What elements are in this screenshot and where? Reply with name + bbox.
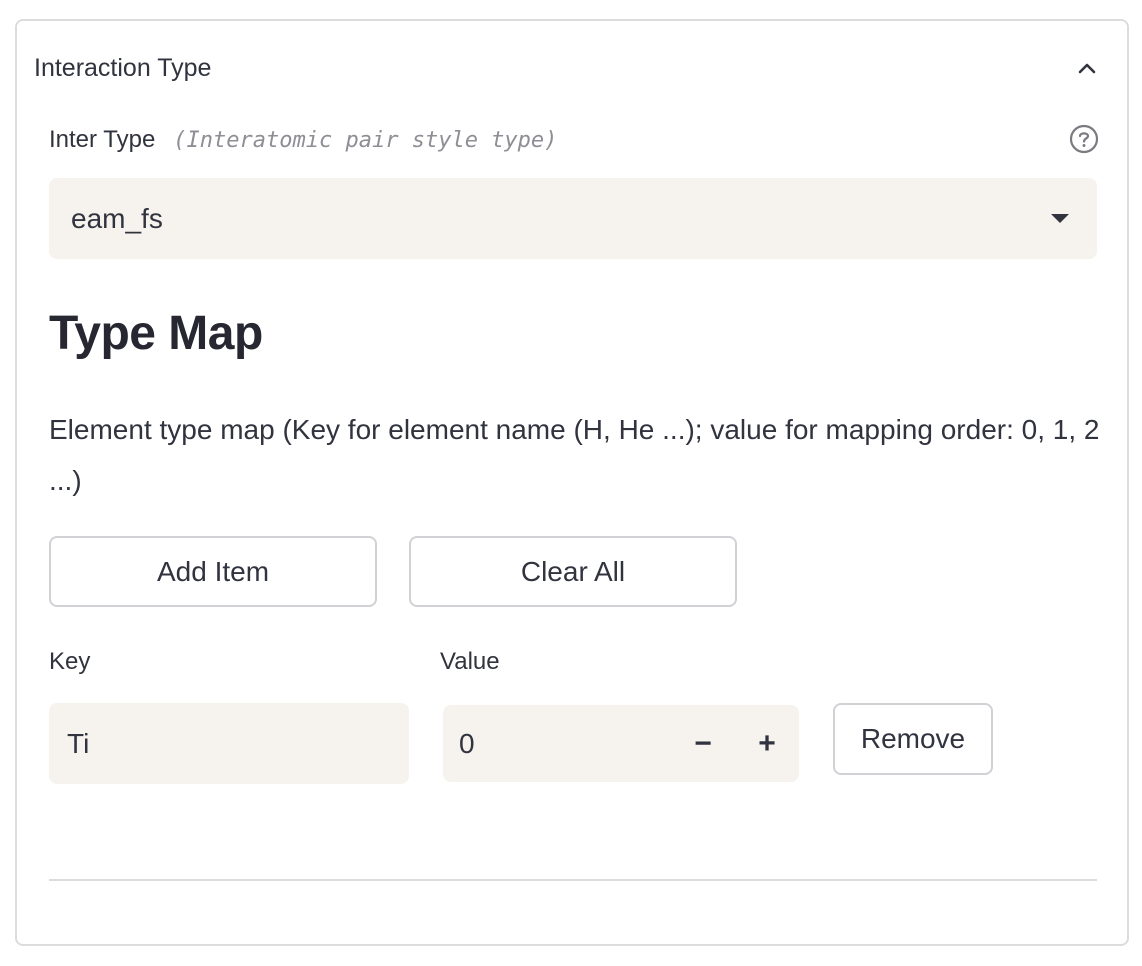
caret-down-icon (1051, 214, 1069, 223)
decrement-button[interactable]: − (671, 705, 735, 782)
type-map-description: Element type map (Key for element name (… (49, 414, 1100, 496)
expander-header[interactable]: Interaction Type (34, 50, 1098, 86)
inter-type-hint: (Interatomic pair style type) (173, 127, 558, 153)
add-item-button[interactable]: Add Item (49, 536, 377, 607)
remove-button[interactable]: Remove (833, 703, 993, 775)
chevron-up-icon[interactable] (1076, 57, 1098, 79)
help-icon[interactable] (1069, 124, 1099, 154)
inter-type-label-row: Inter Type (Interatomic pair style type) (49, 122, 1099, 158)
value-input-value: 0 (459, 727, 475, 759)
clear-all-button[interactable]: Clear All (409, 536, 737, 607)
inter-type-select[interactable]: eam_fs (49, 178, 1097, 259)
value-number-input[interactable]: 0 − + (443, 705, 799, 782)
expander-title: Interaction Type (34, 53, 212, 82)
key-input[interactable]: Ti (49, 703, 409, 784)
increment-button[interactable]: + (735, 705, 799, 782)
key-column-label: Key (49, 648, 91, 675)
inter-type-label: Inter Type (49, 126, 156, 153)
inter-type-selected-value: eam_fs (71, 202, 163, 234)
value-column-label: Value (440, 648, 500, 675)
type-map-title: Type Map (49, 307, 263, 360)
divider (49, 879, 1097, 881)
key-input-value: Ti (67, 727, 90, 759)
